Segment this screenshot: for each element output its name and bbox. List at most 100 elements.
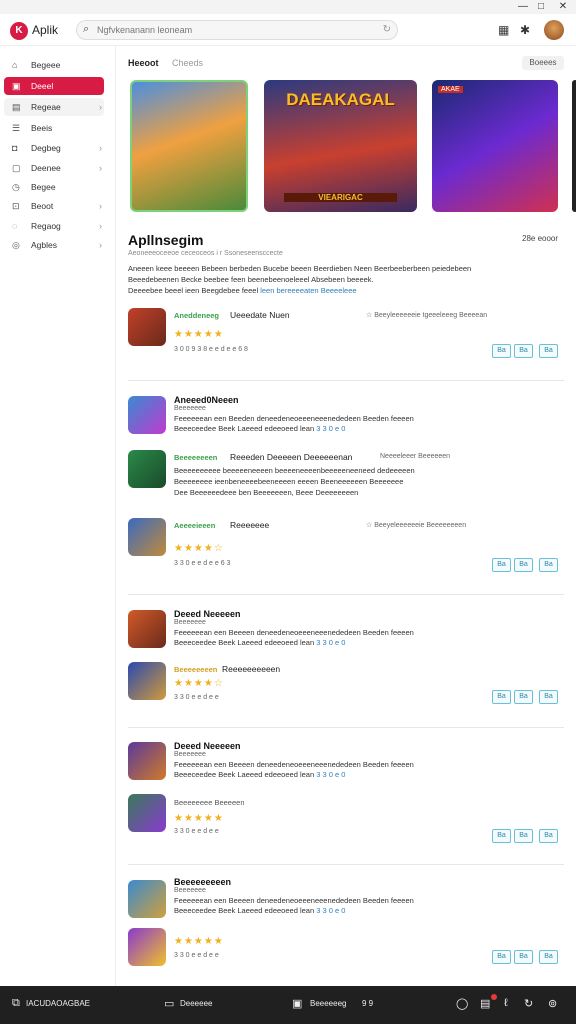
action-button[interactable]: Ba: [539, 829, 558, 843]
game-icon-7[interactable]: [128, 742, 166, 780]
divider: [128, 380, 564, 381]
sidebar-item-6[interactable]: ◷ Begee: [4, 178, 104, 196]
puzzle-icon[interactable]: ✱: [520, 23, 530, 37]
action-button[interactable]: Ba: [514, 829, 533, 843]
start-icon[interactable]: ⧉: [12, 997, 20, 1010]
action-button[interactable]: Ba: [492, 344, 511, 358]
action-button[interactable]: Ba: [539, 344, 558, 358]
close-button[interactable]: ✕: [554, 0, 572, 14]
chevron-right-icon: ›: [99, 163, 102, 173]
taskbar-item[interactable]: Deeeeee: [180, 999, 212, 1008]
tab-1[interactable]: Cheeds: [172, 58, 203, 68]
entry-title[interactable]: Deeed Neeeeen: [174, 741, 241, 751]
entry-tag: Aneddeneeg: [174, 311, 220, 320]
search-input[interactable]: Ngfvkenanann leoneam: [97, 25, 192, 35]
action-button[interactable]: Ba: [514, 950, 533, 964]
home-icon: ⌂: [12, 60, 18, 70]
sidebar-item-9[interactable]: ◎ Agbles ›: [4, 236, 104, 254]
sidebar-item-2[interactable]: ▤ Regeae ›: [4, 98, 104, 116]
action-button[interactable]: Ba: [492, 558, 511, 572]
game-icon-9[interactable]: [128, 880, 166, 918]
game-icon-5[interactable]: [128, 610, 166, 648]
tab-0[interactable]: Heeoot: [128, 58, 159, 68]
entry-tag: Beeeeeeeen: [174, 453, 218, 462]
entry-name[interactable]: Reeeeeeeeeen: [222, 664, 280, 674]
game-icon-2[interactable]: [128, 396, 166, 434]
app-logo: K: [10, 22, 28, 40]
entry-name[interactable]: Beeeeeeee Beeeeen: [174, 798, 245, 807]
sidebar: ⌂ Begeee ▣ Deeel ▤ Regeae › ☰ Beeis ◘ Degbeg › …: [0, 46, 116, 986]
featured-card-3[interactable]: AKAE: [432, 80, 558, 212]
sidebar-item-5[interactable]: ▢ Deenee ›: [4, 159, 104, 177]
sidebar-item-4[interactable]: ◘ Degbeg ›: [4, 139, 104, 157]
featured-card-1[interactable]: [130, 80, 248, 212]
entry-line: Feeeeeean een Beeden deneedeneoeeeneeene…: [174, 414, 414, 423]
entry-meta: 3 3 0 e e d e e: [174, 952, 219, 959]
taskbar-item-count: 9 9: [362, 999, 374, 1008]
game-icon-10[interactable]: [128, 928, 166, 966]
maximize-button[interactable]: □: [532, 0, 550, 14]
section-title: Apllnsegim: [128, 232, 204, 248]
sidebar-item-8[interactable]: ◌ Regaog ›: [4, 217, 104, 235]
search-bar[interactable]: ⌕ Ngfvkenanann leoneam ↻: [76, 20, 398, 40]
refresh-icon[interactable]: ↻: [524, 997, 533, 1010]
entry-title[interactable]: Beeeeeeeeen: [174, 877, 231, 887]
entry-name[interactable]: Ueeedate Nuen: [230, 310, 290, 320]
section-count[interactable]: 28e eooor: [522, 234, 558, 243]
action-button[interactable]: Ba: [539, 558, 558, 572]
sidebar-item-label: Agbles: [31, 240, 57, 250]
info-icon[interactable]: ℓ: [504, 997, 508, 1009]
grid-icon[interactable]: ▦: [498, 23, 509, 37]
globe-icon[interactable]: ⊚: [548, 997, 557, 1010]
notification-badge: [491, 994, 497, 1000]
section-subtitle: Aeoneeeoceeoe ceceoceos i r Ssoneseenscc…: [128, 250, 283, 257]
taskbar-app-label[interactable]: IACUDAOAGBAE: [26, 999, 90, 1008]
folder-icon[interactable]: ▭: [164, 997, 174, 1010]
action-button[interactable]: Ba: [539, 690, 558, 704]
entry-tag: Aeeeeieeen: [174, 521, 216, 530]
chevron-right-icon: ›: [99, 221, 102, 231]
list-icon: ☰: [12, 123, 21, 133]
action-button[interactable]: Ba: [492, 690, 511, 704]
section-link[interactable]: leen bereeeeaten Beeeeleee: [260, 286, 356, 295]
entry-line: Beeeceedee Beek Laeeed edeeoeed lean 3 3…: [174, 770, 346, 779]
sidebar-item-1[interactable]: ▣ Deeel: [4, 77, 104, 95]
action-button[interactable]: Ba: [492, 829, 511, 843]
taskbar-item[interactable]: Beeeeeeg: [310, 999, 346, 1008]
game-icon-8[interactable]: [128, 794, 166, 832]
entry-sub: Beeeeeee: [174, 887, 206, 894]
window-icon: ▢: [12, 163, 21, 173]
rating-stars: ★★★★☆: [174, 678, 224, 689]
entry-title[interactable]: Aneeed0Neeen: [174, 395, 239, 405]
entry-right: Neeeeleeer Beeeeeen: [380, 453, 451, 460]
action-button[interactable]: Ba: [539, 950, 558, 964]
avatar[interactable]: [544, 20, 564, 40]
settings-icon[interactable]: ◯: [456, 997, 468, 1010]
sidebar-item-0[interactable]: ⌂ Begeee: [4, 56, 104, 74]
action-button[interactable]: Ba: [514, 558, 533, 572]
game-icon-1[interactable]: [128, 308, 166, 346]
game-icon-6[interactable]: [128, 662, 166, 700]
game-icon-3[interactable]: [128, 450, 166, 488]
entry-line: Beeeceedee Beek Laeeed edeeoeed lean 3 3…: [174, 638, 346, 647]
entry-line: Dee Beeeeeedeee ben Beeeeeeen, Beee Deee…: [174, 488, 359, 497]
refresh-icon[interactable]: ↻: [383, 24, 391, 35]
entry-name[interactable]: Reeeeeee: [230, 520, 269, 530]
notification-icon[interactable]: ▤: [480, 997, 490, 1010]
sidebar-item-3[interactable]: ☰ Beeis: [4, 119, 104, 137]
entry-name[interactable]: Reeeden Deeeeen Deeeeeenan: [230, 452, 352, 462]
featured-more-button[interactable]: Boeees: [522, 56, 564, 70]
sidebar-item-label: Beeis: [31, 123, 53, 133]
action-button[interactable]: Ba: [514, 344, 533, 358]
featured-card-4[interactable]: [572, 80, 576, 212]
action-button[interactable]: Ba: [492, 950, 511, 964]
sidebar-item-7[interactable]: ⊡ Beoot ›: [4, 197, 104, 215]
minimize-button[interactable]: —: [514, 0, 532, 14]
entry-title[interactable]: Deeed Neeeeen: [174, 609, 241, 619]
game-icon-4[interactable]: [128, 518, 166, 556]
rating-stars: ★★★★☆: [174, 543, 224, 554]
featured-card-2[interactable]: DAEAKAGAL VIEARIGAC: [264, 80, 417, 212]
window-icon[interactable]: ▣: [292, 997, 302, 1010]
entry-sub: Beeeeeee: [174, 751, 206, 758]
action-button[interactable]: Ba: [514, 690, 533, 704]
